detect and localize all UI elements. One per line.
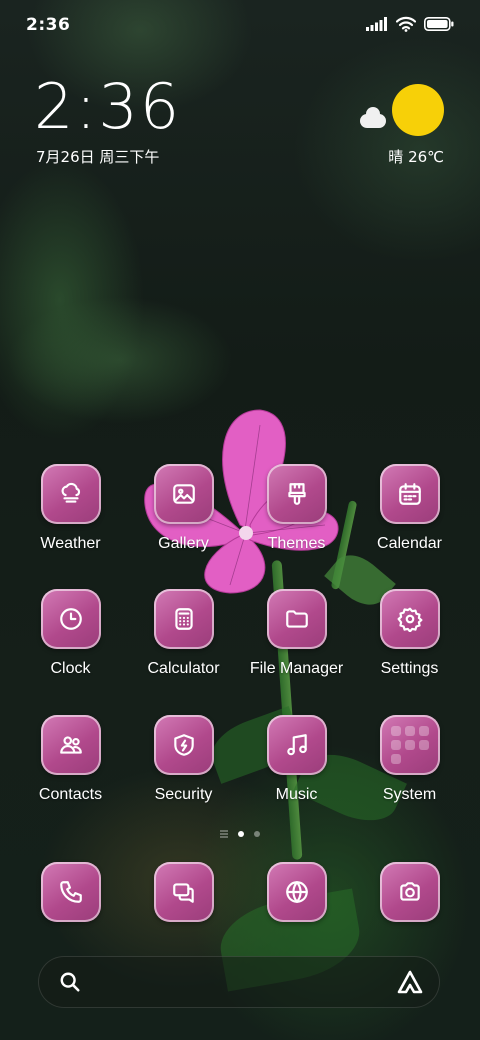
wifi-icon bbox=[396, 16, 416, 32]
weather-widget[interactable]: 晴 26℃ bbox=[354, 84, 444, 174]
app-security[interactable]: Security bbox=[127, 715, 240, 804]
folder-icon[interactable] bbox=[266, 589, 327, 649]
gallery-icon[interactable] bbox=[153, 464, 214, 524]
themes-icon[interactable] bbox=[266, 464, 327, 524]
clock-widget-date: 7月26日 周三下午 bbox=[36, 148, 160, 166]
shield-icon[interactable] bbox=[153, 715, 214, 775]
battery-icon bbox=[424, 17, 454, 31]
search-bar[interactable] bbox=[38, 956, 440, 1008]
assistant-icon[interactable] bbox=[396, 969, 424, 995]
app-weather[interactable]: Weather bbox=[14, 464, 127, 553]
app-themes[interactable]: Themes bbox=[240, 464, 353, 553]
messages-icon[interactable] bbox=[153, 862, 214, 922]
app-label: Themes bbox=[267, 535, 326, 552]
app-calculator[interactable]: Calculator bbox=[127, 589, 240, 678]
app-clock[interactable]: Clock bbox=[14, 589, 127, 678]
app-label: Calculator bbox=[147, 660, 220, 677]
page-indicator[interactable] bbox=[0, 830, 480, 838]
page-dot[interactable] bbox=[254, 831, 260, 837]
signal-icon bbox=[366, 17, 387, 31]
weather-summary: 晴 26℃ bbox=[388, 148, 444, 166]
dock-messages[interactable] bbox=[127, 862, 240, 922]
search-icon[interactable] bbox=[59, 971, 81, 993]
app-label: Settings bbox=[380, 660, 439, 677]
app-file-manager[interactable]: File Manager bbox=[240, 589, 353, 678]
app-label: System bbox=[382, 786, 437, 803]
gear-icon[interactable] bbox=[379, 589, 440, 649]
contacts-icon[interactable] bbox=[40, 715, 101, 775]
app-folder-system[interactable]: System bbox=[353, 715, 466, 804]
app-label: Music bbox=[275, 786, 318, 803]
phone-icon[interactable] bbox=[40, 862, 101, 922]
dock-camera[interactable] bbox=[353, 862, 466, 922]
app-gallery[interactable]: Gallery bbox=[127, 464, 240, 553]
page-dot-active[interactable] bbox=[238, 831, 244, 837]
app-label: Contacts bbox=[38, 786, 103, 803]
status-icons bbox=[366, 16, 454, 32]
app-contacts[interactable]: Contacts bbox=[14, 715, 127, 804]
app-label: Gallery bbox=[158, 535, 209, 552]
app-label: Weather bbox=[40, 535, 101, 552]
cloud-icon bbox=[360, 107, 386, 128]
dock-browser[interactable] bbox=[240, 862, 353, 922]
sun-icon bbox=[392, 84, 444, 136]
music-icon[interactable] bbox=[266, 715, 327, 775]
app-label: Security bbox=[154, 786, 213, 803]
folder-grid-icon[interactable] bbox=[379, 715, 440, 775]
app-label: Clock bbox=[50, 660, 91, 677]
clock-widget-time[interactable]: 2:36 bbox=[34, 76, 181, 138]
app-label: File Manager bbox=[249, 660, 344, 677]
dock-phone[interactable] bbox=[14, 862, 127, 922]
app-settings[interactable]: Settings bbox=[353, 589, 466, 678]
status-time: 2:36 bbox=[26, 15, 71, 35]
browser-icon[interactable] bbox=[266, 862, 327, 922]
app-label: Calendar bbox=[377, 535, 442, 552]
calendar-icon[interactable] bbox=[379, 464, 440, 524]
app-music[interactable]: Music bbox=[240, 715, 353, 804]
list-view-icon[interactable] bbox=[220, 830, 228, 838]
calculator-icon[interactable] bbox=[153, 589, 214, 649]
clock-icon[interactable] bbox=[40, 589, 101, 649]
app-calendar[interactable]: Calendar bbox=[353, 464, 466, 553]
status-bar: 2:36 bbox=[0, 0, 480, 50]
folder-preview-grid bbox=[390, 726, 429, 764]
camera-icon[interactable] bbox=[379, 862, 440, 922]
weather-icon[interactable] bbox=[40, 464, 101, 524]
